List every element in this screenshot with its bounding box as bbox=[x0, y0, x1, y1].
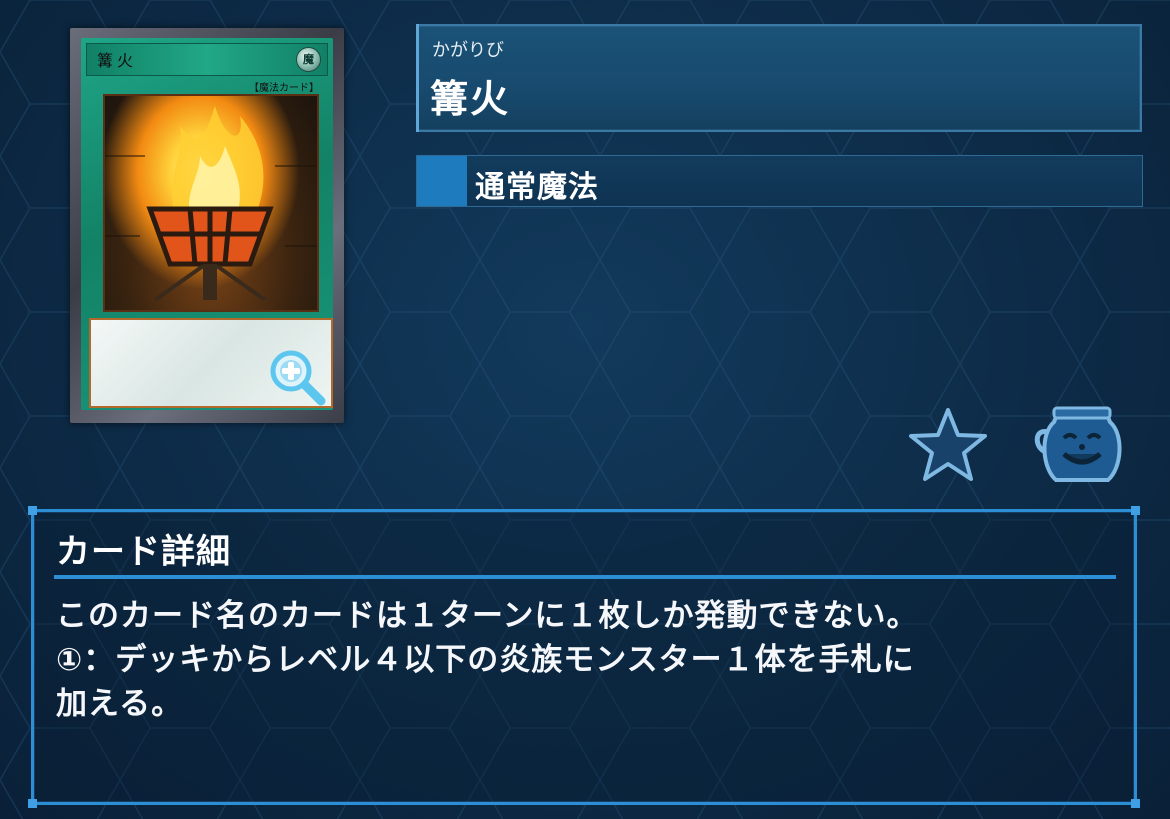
details-heading: カード詳細 bbox=[56, 532, 231, 572]
type-color-tab bbox=[417, 156, 467, 206]
card-image[interactable]: 篝火 魔 【魔法カード】 bbox=[70, 28, 344, 423]
favorite-star-icon[interactable] bbox=[907, 406, 989, 484]
details-divider bbox=[54, 575, 1116, 579]
card-type-label: 通常魔法 bbox=[475, 170, 599, 205]
zoom-icon[interactable] bbox=[269, 349, 327, 407]
card-title: 篝火 bbox=[430, 77, 511, 121]
corner-ornament bbox=[28, 506, 37, 515]
corner-ornament bbox=[1131, 506, 1140, 515]
card-effect-text: このカード名のカードは１ターンに１枚しか発動できない。 ①：デッキからレベル４以… bbox=[56, 598, 919, 722]
corner-ornament bbox=[28, 799, 37, 808]
pot-of-greed-icon[interactable] bbox=[1030, 404, 1126, 488]
card-frame: 篝火 魔 【魔法カード】 bbox=[81, 38, 333, 410]
card-artwork bbox=[103, 94, 319, 312]
card-name-bar: 篝火 魔 bbox=[86, 43, 328, 76]
card-furigana: かがりび bbox=[432, 40, 504, 61]
corner-ornament bbox=[1131, 799, 1140, 808]
card-name-panel: かがりび 篝火 bbox=[416, 24, 1142, 132]
card-details-panel: カード詳細 このカード名のカードは１ターンに１枚しか発動できない。 ①：デッキか… bbox=[28, 506, 1140, 808]
card-type-line: 【魔法カード】 bbox=[249, 83, 319, 94]
spell-attribute-icon: 魔 bbox=[296, 47, 321, 72]
card-name-text: 篝火 bbox=[97, 51, 138, 70]
card-type-panel: 通常魔法 bbox=[416, 155, 1143, 207]
